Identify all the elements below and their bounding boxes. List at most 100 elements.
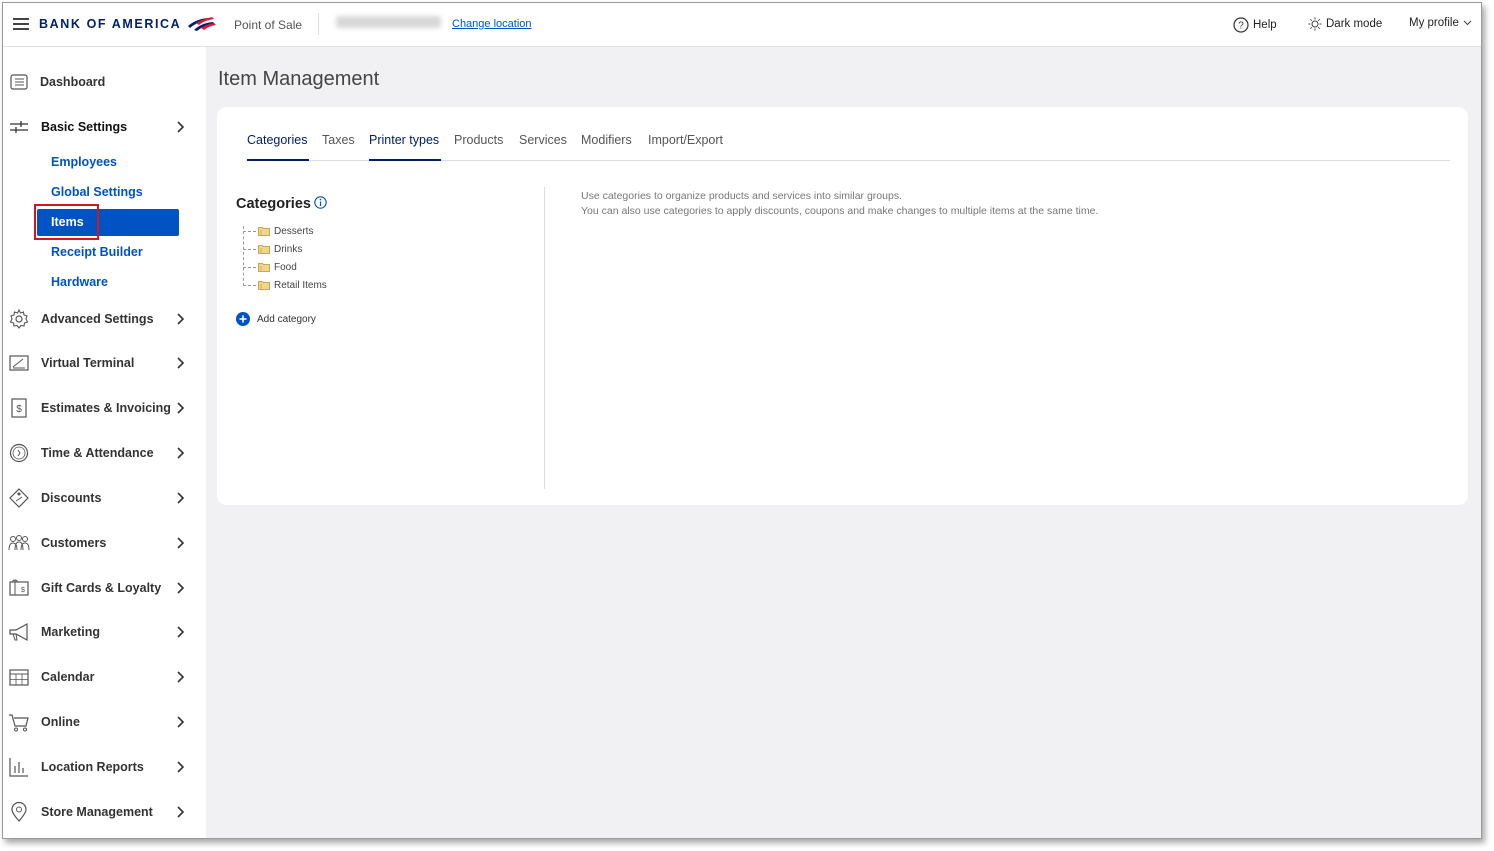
plus-circle-icon bbox=[236, 312, 250, 326]
tree-item-label: Drinks bbox=[274, 243, 303, 255]
sidebar: Dashboard Basic Settings Employees Globa… bbox=[3, 47, 206, 838]
page-title: Item Management bbox=[218, 68, 380, 90]
sidebar-item-label: Advanced Settings bbox=[41, 312, 154, 326]
chevron-right-icon bbox=[177, 582, 185, 594]
sidebar-item-calendar[interactable]: Calendar bbox=[3, 662, 206, 692]
tree-item-label: Food bbox=[274, 261, 297, 273]
tab-modifiers[interactable]: Modifiers bbox=[581, 133, 632, 147]
chevron-right-icon bbox=[177, 447, 185, 459]
dashboard-icon bbox=[10, 74, 28, 90]
tab-bar: Categories Taxes Printer types Products … bbox=[247, 107, 1450, 161]
svg-text:$: $ bbox=[21, 587, 25, 594]
chevron-right-icon bbox=[177, 806, 185, 818]
menu-icon[interactable] bbox=[13, 18, 29, 30]
chevron-right-icon bbox=[177, 357, 185, 369]
tree-item-retail-items[interactable]: Retail Items bbox=[241, 276, 327, 294]
sub-item-items[interactable]: Items bbox=[37, 209, 179, 236]
clock-icon bbox=[9, 443, 29, 463]
sidebar-item-label: Estimates & Invoicing bbox=[41, 401, 171, 415]
sidebar-item-online[interactable]: Online bbox=[3, 707, 206, 737]
tab-categories[interactable]: Categories bbox=[247, 133, 307, 147]
tab-active-indicator bbox=[247, 159, 309, 161]
add-category-button[interactable]: Add category bbox=[236, 312, 316, 326]
sidebar-item-label: Marketing bbox=[41, 625, 101, 639]
sidebar-item-discounts[interactable]: Discounts bbox=[3, 483, 206, 513]
sidebar-item-label: Calendar bbox=[41, 670, 95, 684]
change-location-link[interactable]: Change location bbox=[452, 18, 532, 30]
chevron-right-icon bbox=[177, 492, 185, 504]
sidebar-item-label: Gift Cards & Loyalty bbox=[41, 581, 162, 595]
tab-services[interactable]: Services bbox=[519, 133, 567, 147]
sidebar-item-label: Location Reports bbox=[41, 760, 144, 774]
chevron-right-icon bbox=[177, 716, 185, 728]
sidebar-item-gift-cards-loyalty[interactable]: $ Gift Cards & Loyalty bbox=[3, 573, 206, 603]
folder-icon bbox=[258, 227, 270, 236]
app-name: Point of Sale bbox=[234, 18, 303, 32]
sidebar-item-location-reports[interactable]: Location Reports bbox=[3, 752, 206, 782]
chevron-right-icon bbox=[177, 313, 185, 325]
sidebar-item-advanced-settings[interactable]: Advanced Settings bbox=[3, 304, 206, 334]
gift-card-icon: $ bbox=[9, 579, 29, 596]
top-bar: BANK OF AMERICA Point of Sale Change loc… bbox=[3, 3, 1481, 47]
sidebar-item-virtual-terminal[interactable]: Virtual Terminal bbox=[3, 348, 206, 378]
sidebar-item-dashboard[interactable]: Dashboard bbox=[3, 67, 206, 97]
folder-icon bbox=[258, 281, 270, 290]
app-window: BANK OF AMERICA Point of Sale Change loc… bbox=[2, 2, 1482, 839]
sub-item-receipt-builder[interactable]: Receipt Builder bbox=[51, 245, 143, 259]
tab-import-export[interactable]: Import/Export bbox=[648, 133, 723, 147]
sidebar-item-marketing[interactable]: Marketing bbox=[3, 617, 206, 647]
my-profile-label: My profile bbox=[1409, 17, 1459, 29]
item-management-card: Categories Taxes Printer types Products … bbox=[217, 107, 1468, 505]
sidebar-item-time-attendance[interactable]: Time & Attendance bbox=[3, 438, 206, 468]
chevron-right-icon bbox=[177, 671, 185, 683]
help-button[interactable]: ? Help bbox=[1233, 17, 1277, 33]
sliders-icon bbox=[10, 121, 28, 133]
chevron-right-icon bbox=[177, 626, 185, 638]
sidebar-item-customers[interactable]: Customers bbox=[3, 528, 206, 558]
add-category-label: Add category bbox=[257, 313, 316, 325]
description-line: You can also use categories to apply dis… bbox=[581, 205, 1099, 217]
sub-item-hardware[interactable]: Hardware bbox=[51, 275, 108, 289]
cart-icon bbox=[9, 714, 29, 732]
sub-item-employees[interactable]: Employees bbox=[51, 155, 117, 169]
dark-mode-toggle[interactable]: Dark mode bbox=[1308, 17, 1382, 31]
tree-item-food[interactable]: Food bbox=[241, 258, 327, 276]
help-label: Help bbox=[1253, 19, 1277, 31]
chevron-right-icon bbox=[177, 402, 185, 414]
terminal-icon bbox=[9, 355, 29, 371]
tab-taxes[interactable]: Taxes bbox=[322, 133, 355, 147]
sidebar-item-label: Dashboard bbox=[40, 75, 106, 89]
tree-item-label: Desserts bbox=[274, 225, 314, 237]
header-divider bbox=[318, 13, 319, 35]
chevron-right-icon bbox=[177, 537, 185, 549]
sun-icon bbox=[1308, 17, 1322, 31]
dark-mode-label: Dark mode bbox=[1326, 18, 1383, 30]
tag-icon bbox=[9, 488, 29, 508]
tab-active-indicator bbox=[369, 159, 441, 161]
flag-logo-icon bbox=[188, 17, 217, 31]
sub-item-global-settings[interactable]: Global Settings bbox=[51, 185, 143, 199]
sidebar-item-label: Customers bbox=[41, 536, 107, 550]
categories-description: Use categories to organize products and … bbox=[581, 189, 1098, 219]
location-pin-icon bbox=[11, 801, 27, 822]
invoice-icon: $ bbox=[11, 398, 27, 418]
sidebar-item-store-management[interactable]: Store Management bbox=[3, 797, 206, 827]
megaphone-icon bbox=[9, 622, 28, 642]
sidebar-item-label: Online bbox=[41, 715, 80, 729]
chevron-right-icon bbox=[177, 121, 185, 133]
help-icon: ? bbox=[1233, 17, 1249, 33]
tree-item-label: Retail Items bbox=[274, 279, 327, 291]
sidebar-item-label: Discounts bbox=[41, 491, 102, 505]
tab-printer-types[interactable]: Printer types bbox=[369, 133, 439, 147]
chevron-down-icon bbox=[1463, 20, 1472, 26]
sidebar-item-label: Virtual Terminal bbox=[41, 356, 135, 370]
my-profile-menu[interactable]: My profile bbox=[1409, 17, 1472, 29]
tree-item-drinks[interactable]: Drinks bbox=[241, 240, 327, 258]
sidebar-item-estimates-invoicing[interactable]: $ Estimates & Invoicing bbox=[3, 393, 206, 423]
sidebar-item-basic-settings[interactable]: Basic Settings bbox=[3, 112, 206, 142]
brand-logo: BANK OF AMERICA bbox=[39, 17, 217, 31]
tree-item-desserts[interactable]: Desserts bbox=[241, 222, 327, 240]
sub-item-items-label: Items bbox=[51, 215, 84, 229]
info-icon[interactable] bbox=[314, 196, 327, 209]
tab-products[interactable]: Products bbox=[454, 133, 503, 147]
